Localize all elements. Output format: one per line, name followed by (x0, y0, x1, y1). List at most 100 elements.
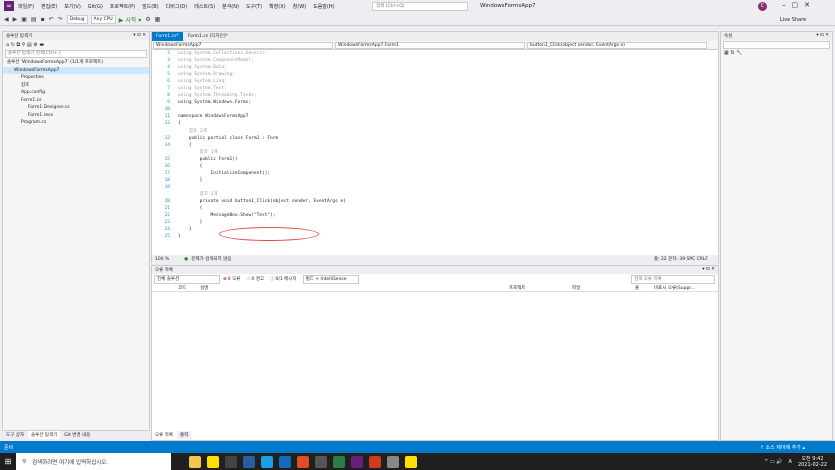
editor-tab[interactable]: Form1.cs [디자인]* (184, 32, 232, 41)
tree-item[interactable]: 참조 (3, 82, 149, 90)
add-to-source-control[interactable]: ↑ 소스 제어에 추가 ▴ (760, 444, 805, 451)
clock-time: 오전 9:42 (801, 455, 824, 462)
config-dropdown[interactable]: Debug (66, 14, 88, 24)
app-icon[interactable] (387, 455, 399, 468)
solution-tree: 솔루션 'WindowsFormsApp7' (1/1개 프로젝트) Window… (3, 59, 149, 127)
editor-tabs: Form1.cs* Form1.cs [디자인]* (152, 32, 718, 41)
windows-start-icon[interactable]: ⊞ (0, 457, 16, 466)
word-app-icon[interactable] (243, 455, 255, 468)
code-text: } (178, 220, 203, 226)
errors-filter[interactable]: 0 오류 (228, 276, 241, 282)
attach-icon[interactable]: ⚙ (145, 16, 150, 23)
clock[interactable]: 오전 9:42 2021-02-22 (798, 456, 827, 468)
menu-item[interactable]: 파일(F) (18, 3, 34, 10)
code-area[interactable]: 2 using System.Collections.Generic; 3 using… (152, 50, 718, 241)
back-icon[interactable]: ◀ (4, 16, 9, 23)
pane-controls-icon[interactable]: ▾ ⊡ ✕ (816, 33, 829, 39)
forward-icon[interactable]: ▶ (13, 16, 18, 23)
col-description[interactable]: 설명 (200, 285, 208, 291)
menu-item[interactable]: 프로젝트(P) (110, 3, 135, 10)
tree-item[interactable]: Program.cs (3, 119, 149, 127)
tree-item[interactable]: Form1.resx (3, 112, 149, 120)
messages-filter[interactable]: 0/1 메시지 (275, 276, 296, 282)
start-button[interactable]: ▶ 시작 ▾ (119, 15, 141, 24)
line-number: 11 (164, 114, 170, 120)
menu-item[interactable]: 편집(E) (41, 3, 57, 10)
code-text: { (178, 206, 203, 212)
language-indicator[interactable]: A (789, 459, 792, 465)
tree-item[interactable]: WindowsFormsApp7 (3, 66, 149, 74)
redo-icon[interactable]: ↷ (58, 16, 63, 23)
code-line: 15 public Form1() (152, 156, 718, 163)
code-text: 참조 1개 (178, 149, 218, 155)
pin-icon[interactable]: ▾ ⊡ ✕ (133, 33, 146, 39)
menu-item[interactable]: 확장(X) (269, 3, 286, 10)
solution-search-input[interactable]: 솔루션 탐색기 검색(Ctrl+;) (5, 50, 147, 58)
tray-icons[interactable]: ^ ▭ 🔊 (764, 459, 782, 465)
editor-tab[interactable]: Form1.cs* (152, 32, 183, 41)
col-line[interactable]: 줄 (635, 285, 639, 291)
avatar[interactable]: C (758, 2, 767, 11)
class-dropdown[interactable]: WindowsFormsApp7.Form1 (335, 42, 525, 49)
terminal-app-icon[interactable] (225, 455, 237, 468)
tree-item[interactable]: Form1.cs (3, 97, 149, 105)
live-share-button[interactable]: Live Share (780, 17, 806, 23)
project-dropdown[interactable]: WindowsFormsApp7 (153, 42, 333, 49)
menu-item[interactable]: 창(W) (293, 3, 306, 10)
bookmark-icon[interactable]: ▦ (155, 16, 161, 23)
col-code[interactable]: 코드 (178, 285, 186, 291)
build-dropdown[interactable]: 빌드 + IntelliSense (302, 274, 359, 284)
kakao-app-icon[interactable] (207, 455, 219, 468)
platform-dropdown[interactable]: Any CPU (90, 14, 116, 24)
edge-app-icon[interactable] (261, 455, 273, 468)
tree-item[interactable]: Form1.Designer.cs (3, 104, 149, 112)
pane-tab[interactable]: 솔루션 탐색기 (28, 431, 61, 439)
col-project[interactable]: 프로젝트 (509, 285, 526, 291)
visual-studio-logo-icon[interactable]: ∞ (4, 1, 14, 11)
menu-item[interactable]: 도움말(H) (313, 3, 334, 10)
chrome-app-icon[interactable] (297, 455, 309, 468)
col-file[interactable]: 파일 (572, 285, 580, 291)
tree-item[interactable]: App.config (3, 89, 149, 97)
menu-item[interactable]: Git(G) (88, 4, 103, 10)
app-icon[interactable] (333, 455, 345, 468)
issues-indicator[interactable]: 문제가 검색되지 않음 (191, 256, 231, 262)
menu-item[interactable]: 디버그(D) (166, 3, 188, 10)
menu-item[interactable]: 분석(N) (222, 3, 239, 10)
properties-object-dropdown[interactable] (723, 41, 830, 49)
pane-tab[interactable]: 출력 (177, 431, 192, 439)
open-folder-icon[interactable]: ▤ (31, 16, 37, 23)
system-tray: ^ ▭ 🔊 A 오전 9:42 2021-02-22 (764, 456, 827, 468)
menu-item[interactable]: 빌드(B) (142, 3, 159, 10)
menu-item[interactable]: 도구(T) (246, 3, 262, 10)
member-dropdown[interactable]: button1_Click(object sender, EventArgs e… (527, 42, 707, 49)
error-search-input[interactable]: 검색 오류 목록 (631, 274, 715, 284)
pane-tab[interactable]: 오류 목록 (152, 431, 176, 439)
tree-item[interactable]: 솔루션 'WindowsFormsApp7' (1/1개 프로젝트) (3, 59, 149, 67)
window-controls[interactable]: –▢✕ (782, 1, 816, 9)
warnings-filter[interactable]: 0 경고 (251, 276, 264, 282)
pane-controls-icon[interactable]: ▾ ⊡ ✕ (702, 267, 715, 273)
home-icon[interactable]: ⌂ ↻ ⧉ ⚲ ▤ ⚙ ▬ (6, 42, 44, 48)
zoom-level[interactable]: 100 % (155, 257, 169, 262)
menu-item[interactable]: 테스트(S) (194, 3, 215, 10)
scope-dropdown[interactable]: 전체 솔루션 (154, 274, 220, 284)
new-file-icon[interactable]: ▣ (21, 16, 27, 23)
pane-tab[interactable]: Git 변경 내용 (61, 431, 94, 439)
app-icon[interactable] (315, 455, 327, 468)
kakao-app-icon[interactable] (405, 455, 417, 468)
line-number: 4 (167, 65, 170, 71)
tree-item[interactable]: Properties (3, 74, 149, 82)
search-input[interactable]: 검색 (Ctrl+Q) (372, 2, 468, 11)
folder-app-icon[interactable] (189, 455, 201, 468)
outlook-app-icon[interactable] (279, 455, 291, 468)
app-icon[interactable] (369, 455, 381, 468)
visual-studio-app-icon[interactable] (351, 455, 363, 468)
properties-toolbar-icon[interactable]: ▦ ⇅ 🔧 (721, 50, 832, 56)
menu-item[interactable]: 보기(V) (64, 3, 81, 10)
taskbar-search[interactable]: ⚲ 검색하려면 여기에 입력하십시오. (16, 453, 171, 470)
save-icon[interactable]: ▪ (41, 16, 45, 23)
col-suppression[interactable]: 비표시 오류(Suppr... (654, 285, 695, 291)
pane-tab[interactable]: 도구 상자 (3, 431, 27, 439)
undo-icon[interactable]: ↶ (49, 16, 54, 23)
